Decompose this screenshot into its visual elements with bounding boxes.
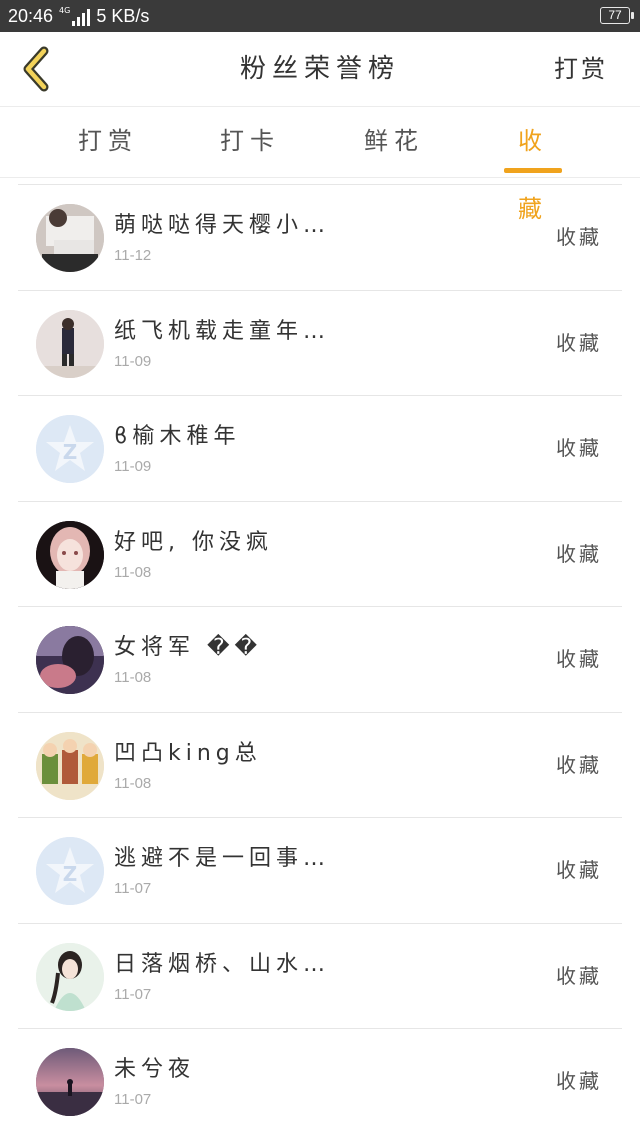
list-item[interactable]: 纸飞机载走童年… 11-09 收藏 <box>18 291 622 396</box>
network-speed: 5 KB/s <box>96 5 150 26</box>
favorite-date: 11-07 <box>114 1091 152 1108</box>
favorite-date: 11-08 <box>114 563 152 581</box>
favorite-date: 11-12 <box>114 247 152 264</box>
favorite-label: 收藏 <box>556 541 602 566</box>
status-bar: 20:46 4G 5 KB/s 77 <box>0 0 640 32</box>
favorite-label: 收藏 <box>556 1069 602 1093</box>
user-name: 凹凸king总 <box>114 740 262 766</box>
favorite-date: 11-09 <box>114 458 152 475</box>
list-item[interactable]: 好吧, 你没疯 11-08 收藏 <box>18 502 622 607</box>
tab-label: 打卡 <box>220 127 280 155</box>
tab-flowers[interactable]: 鲜花 <box>364 107 424 177</box>
favorite-label: 收藏 <box>556 963 602 988</box>
avatar[interactable] <box>36 942 104 1011</box>
avatar[interactable] <box>36 626 104 694</box>
chevron-left-icon <box>23 46 49 92</box>
list-item[interactable]: 日落烟桥、山水… 11-07 收藏 <box>18 924 622 1029</box>
favorite-label: 收藏 <box>556 225 602 249</box>
list-item[interactable]: Z ϐ榆木稚年 11-09 收藏 <box>18 396 622 501</box>
avatar[interactable] <box>36 309 104 378</box>
favorite-label: 收藏 <box>556 330 602 355</box>
user-name: 逃避不是一回事… <box>114 846 331 871</box>
avatar[interactable] <box>36 204 104 272</box>
list-item[interactable]: 萌哒哒得天樱小… 11-12 收藏 <box>18 185 622 290</box>
avatar[interactable]: Z <box>36 415 104 483</box>
user-name: 纸飞机载走童年… <box>114 318 331 344</box>
reward-button[interactable]: 打赏 <box>554 32 608 106</box>
tab-label: 鲜花 <box>364 127 424 155</box>
user-name: 好吧, 你没疯 <box>114 529 273 555</box>
svg-text:Z: Z <box>63 862 78 886</box>
favorite-label: 收藏 <box>556 647 602 671</box>
list-item[interactable]: 凹凸king总 11-08 收藏 <box>18 713 622 818</box>
tab-reward[interactable]: 打赏 <box>78 107 138 177</box>
favorite-date: 11-08 <box>114 774 152 792</box>
user-name: 萌哒哒得天樱小… <box>114 213 331 238</box>
tab-checkin[interactable]: 打卡 <box>220 107 280 177</box>
avatar[interactable]: Z <box>36 837 104 905</box>
avatar[interactable] <box>36 1048 104 1116</box>
list-item[interactable]: Z 逃避不是一回事… 11-07 收藏 <box>18 818 622 923</box>
favorite-date: 11-07 <box>114 985 152 1003</box>
network-type: 4G <box>59 6 71 15</box>
user-name: ϐ榆木稚年 <box>114 424 241 449</box>
svg-text:Z: Z <box>63 440 78 464</box>
signal-icon: 4G <box>59 6 92 26</box>
status-time: 20:46 <box>8 5 54 26</box>
favorite-label: 收藏 <box>556 752 602 777</box>
list-item[interactable]: 女将军 �� 11-08 收藏 <box>18 607 622 712</box>
avatar[interactable] <box>36 520 104 589</box>
avatar[interactable] <box>36 731 104 800</box>
back-button[interactable] <box>14 44 58 94</box>
tab-label: 打赏 <box>78 127 138 155</box>
user-name: 未兮夜 <box>114 1057 196 1082</box>
battery-icon: 77 <box>600 7 634 24</box>
list-item[interactable]: 未兮夜 11-07 收藏 <box>18 1029 622 1134</box>
tab-favorites[interactable]: 收藏 <box>504 107 562 223</box>
favorite-date: 11-08 <box>114 669 152 686</box>
user-name: 女将军 �� <box>114 635 263 660</box>
page-title: 粉丝荣誉榜 <box>239 54 400 84</box>
active-tab-indicator <box>504 168 562 173</box>
app-header: 粉丝荣誉榜 打赏 <box>0 32 640 107</box>
user-name: 日落烟桥、山水… <box>114 951 331 977</box>
favorite-date: 11-09 <box>114 352 152 370</box>
favorite-label: 收藏 <box>556 858 602 882</box>
tab-bar: 打赏 打卡 鲜花 收藏 <box>0 107 640 223</box>
favorite-label: 收藏 <box>556 436 602 460</box>
favorite-date: 11-07 <box>114 880 152 897</box>
